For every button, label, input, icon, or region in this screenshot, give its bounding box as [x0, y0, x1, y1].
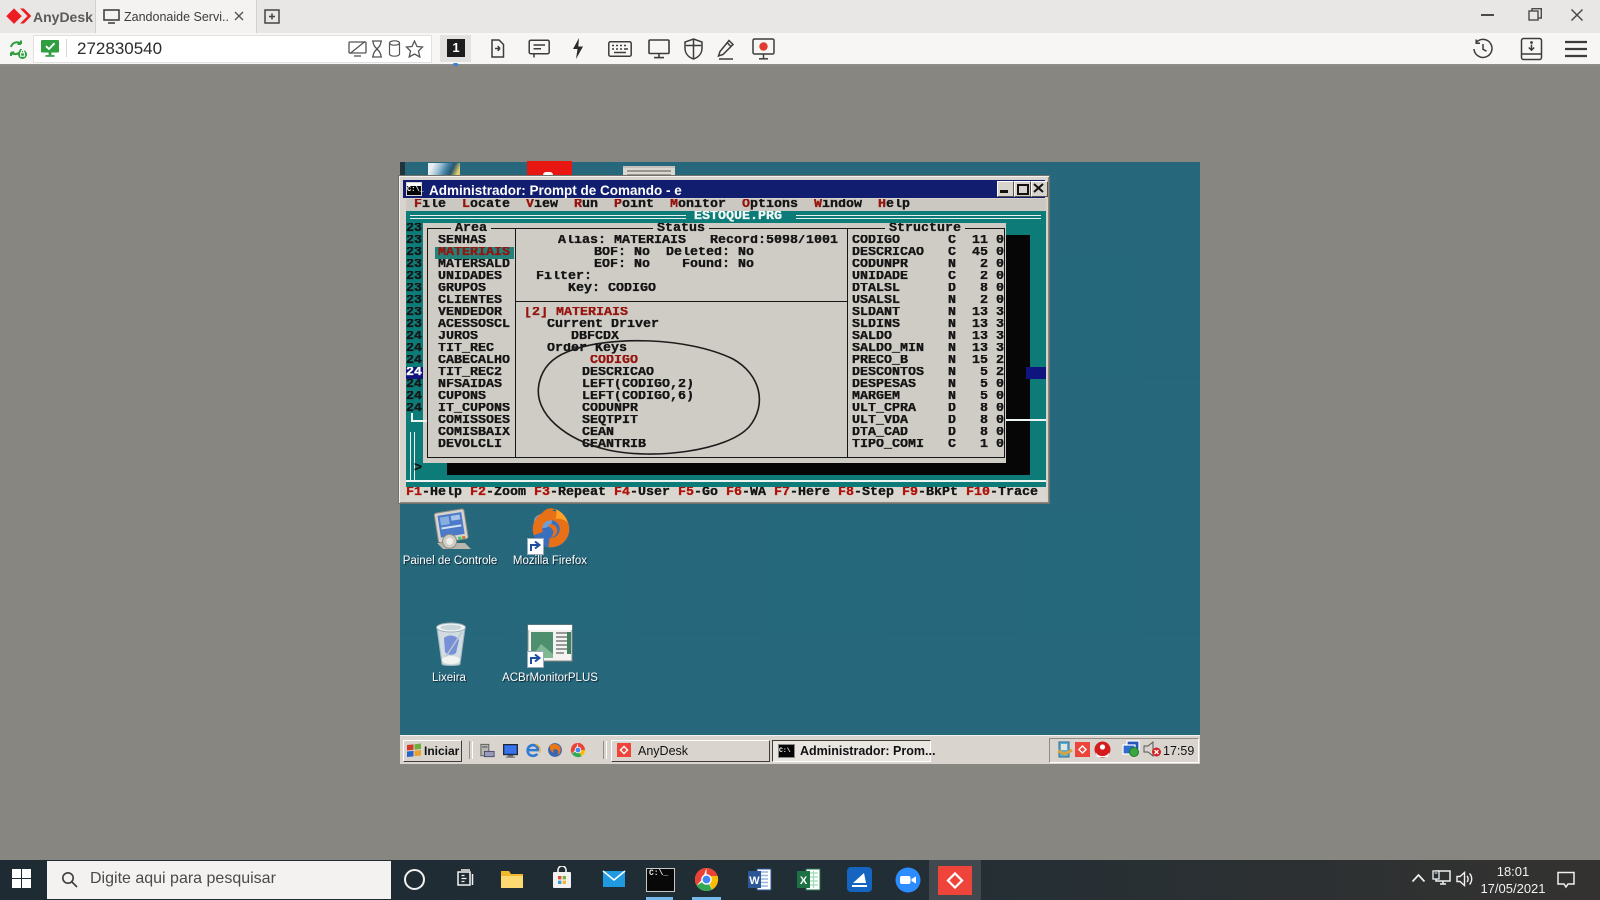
svg-text:X: X: [800, 875, 808, 887]
svg-text:W: W: [749, 875, 760, 887]
